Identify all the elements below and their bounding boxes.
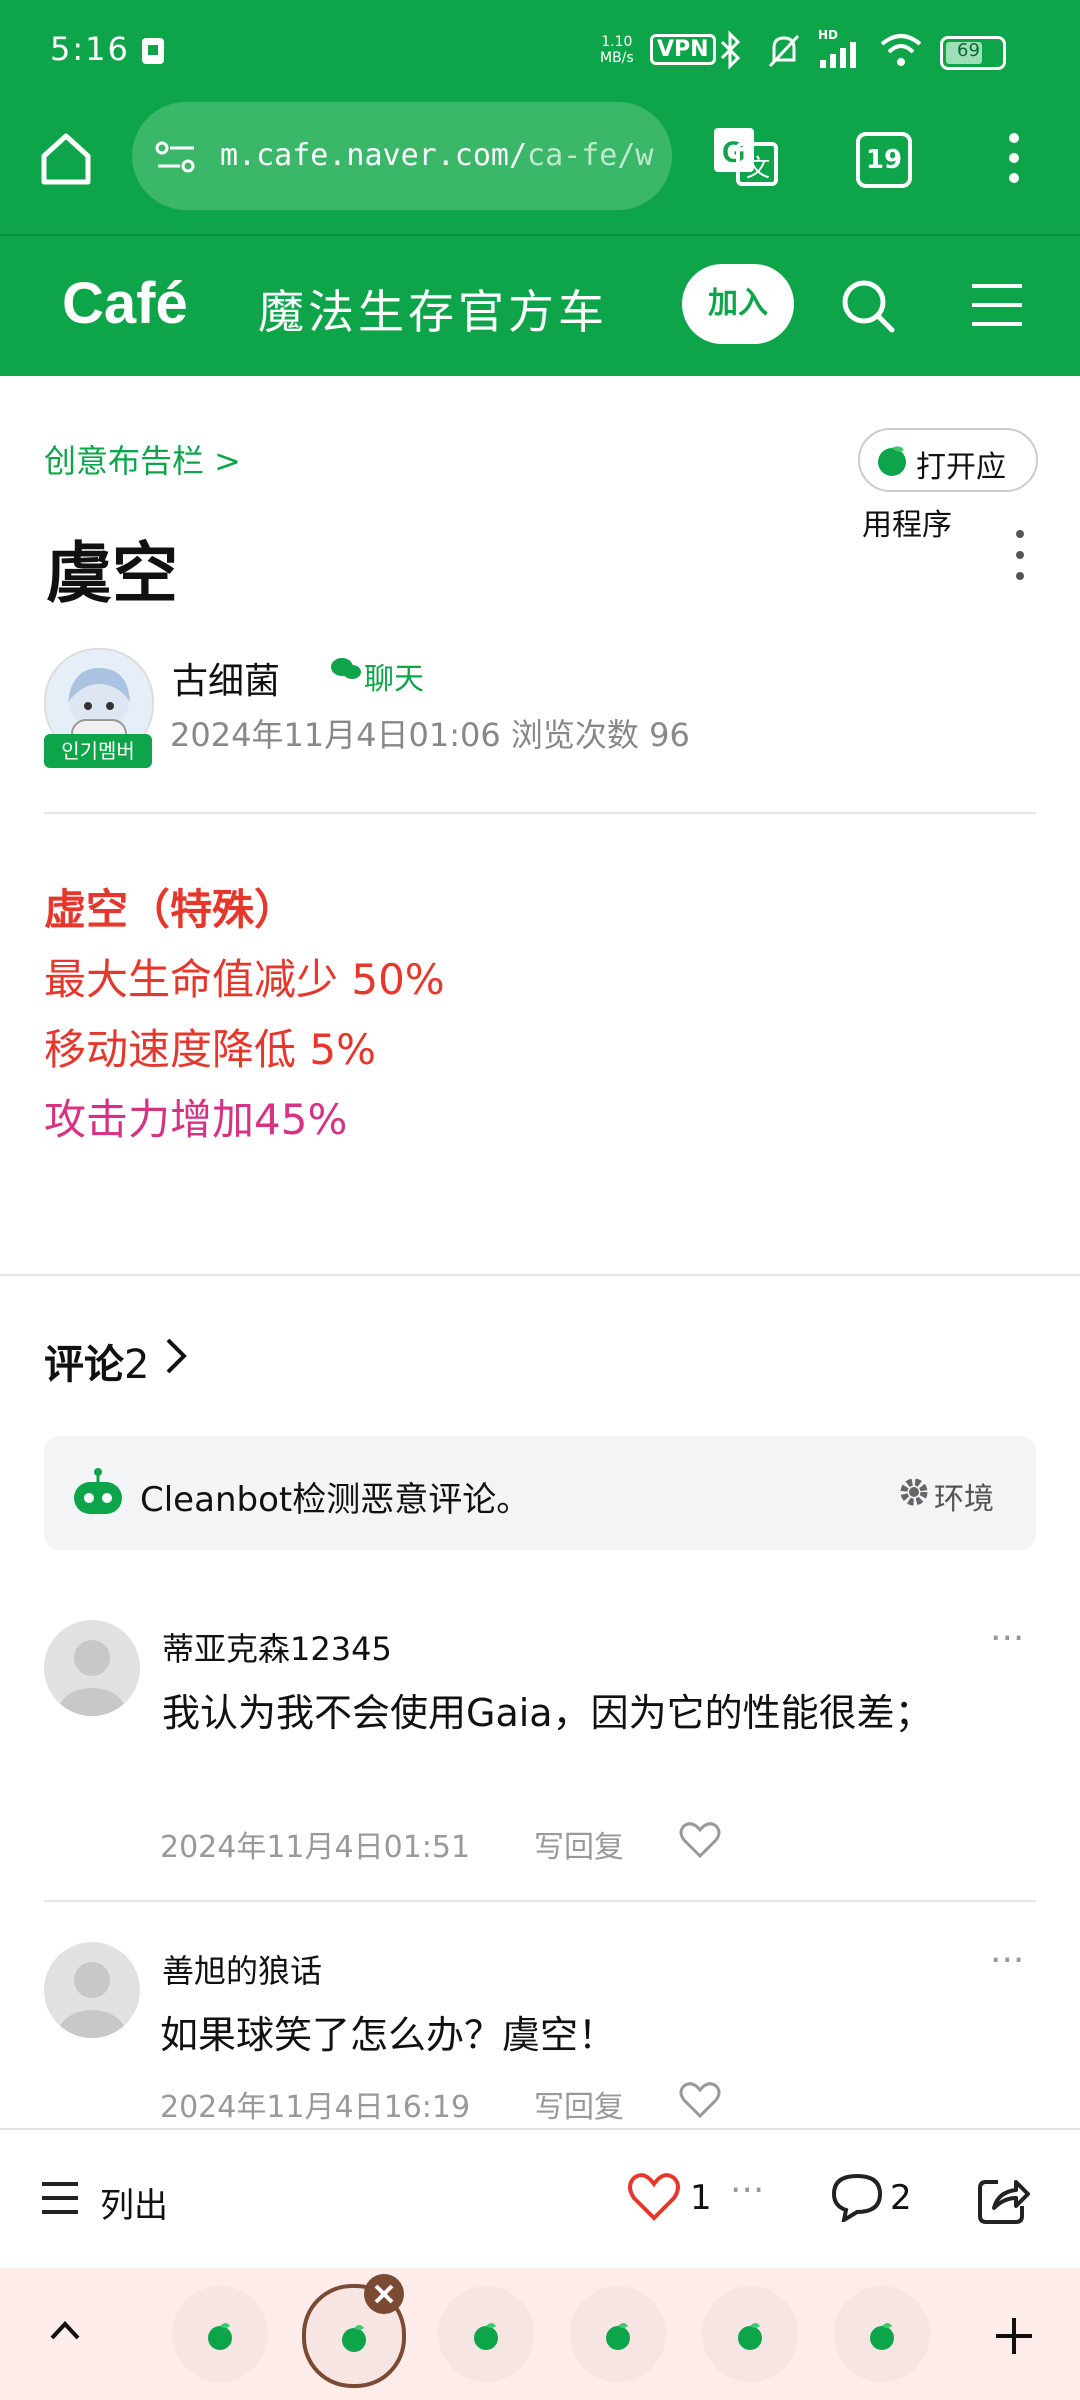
comment-time: 2024年11月4日01:51 <box>160 1830 471 1865</box>
content-line: 最大生命值减少 50% <box>44 955 445 1004</box>
section-divider <box>0 1274 1080 1276</box>
open-app-label: 打开应 <box>916 450 1006 485</box>
open-app-button[interactable]: 打开应 <box>858 428 1038 492</box>
status-time: 5:16 <box>50 30 130 68</box>
comment-divider <box>44 1900 1036 1902</box>
chevron-up-icon[interactable] <box>48 2318 82 2346</box>
url-bar[interactable]: m.cafe.naver.com/ca-fe/w. <box>132 102 672 210</box>
list-icon[interactable] <box>40 2178 80 2222</box>
popular-member-badge: 인기멤버 <box>44 734 152 768</box>
tab-thumbnail[interactable] <box>702 2286 798 2382</box>
tab-thumbnail[interactable] <box>438 2286 534 2382</box>
post-more-icon[interactable] <box>1010 528 1030 586</box>
url-text: m.cafe.naver.com/ca-fe/w. <box>220 138 660 173</box>
bluetooth-icon <box>716 30 746 74</box>
hamburger-menu-icon[interactable] <box>970 280 1024 334</box>
mute-bell-icon <box>764 30 804 74</box>
chat-icon[interactable] <box>330 656 362 688</box>
translate-icon[interactable]: G文 <box>712 126 778 190</box>
svg-text:G: G <box>722 136 745 169</box>
battery-icon: 69 <box>940 36 1006 70</box>
status-bar: 5:16 1.10 MB/s VPN HD 69 <box>0 0 1080 100</box>
cafe-cup-icon <box>874 442 910 482</box>
tab-thumbnail[interactable] <box>834 2286 930 2382</box>
list-button[interactable]: 列出 <box>100 2178 168 2227</box>
chevron-right-icon[interactable] <box>164 1336 188 1380</box>
cleanbot-settings[interactable]: 环境 <box>934 1474 994 1518</box>
like-more-icon[interactable]: ··· <box>730 2170 764 2211</box>
comments-header[interactable]: 评论2 <box>44 1332 149 1390</box>
commenter-name[interactable]: 善旭的狼话 <box>162 1946 322 1992</box>
content-line: 虚空（特殊） <box>44 885 297 934</box>
reply-button[interactable]: 写回复 <box>534 1822 624 1866</box>
robot-icon <box>70 1466 126 1526</box>
url-path: ca-fe/w. <box>527 138 660 173</box>
comments-title: 评论 <box>44 1342 124 1388</box>
signal-icon <box>818 40 864 74</box>
comment-more-icon[interactable]: ··· <box>990 1940 1024 1981</box>
battery-level: 69 <box>957 40 980 61</box>
cleanbot-text: Cleanbot检测恶意评论。 <box>140 1480 531 1520</box>
join-button[interactable]: 加入 <box>682 264 794 344</box>
comment-text: 我认为我不会使用Gaia，因为它的性能很差； <box>162 1691 933 1735</box>
browser-tab-strip <box>0 2268 1080 2400</box>
comment-count[interactable]: 2 <box>890 2178 912 2218</box>
menu-icon[interactable] <box>1000 130 1028 190</box>
wifi-icon <box>878 32 924 72</box>
author-name[interactable]: 古细菌 <box>172 652 280 704</box>
new-tab-icon[interactable] <box>992 2314 1036 2362</box>
comment-time: 2024年11月4日16:19 <box>160 2090 471 2125</box>
cafe-name[interactable]: 魔法生存官方车 <box>258 276 608 342</box>
comments-count: 2 <box>124 1342 150 1388</box>
tab-thumbnail[interactable] <box>570 2286 666 2382</box>
close-tab-icon[interactable] <box>362 2272 406 2320</box>
post-action-bar: 列出 1 ··· 2 <box>0 2128 1080 2270</box>
sim-card-icon <box>140 36 166 70</box>
heart-icon[interactable] <box>626 2172 682 2226</box>
svg-text:文: 文 <box>746 154 770 182</box>
open-app-label-line2[interactable]: 用程序 <box>862 500 952 544</box>
url-main: m.cafe.naver.com/ <box>220 138 528 173</box>
commenter-name[interactable]: 蒂亚克森12345 <box>162 1624 392 1670</box>
meta-divider <box>44 812 1036 814</box>
reply-button[interactable]: 写回复 <box>534 2082 624 2126</box>
cafe-logo[interactable]: Café <box>62 270 188 337</box>
post-title: 虞空 <box>46 535 178 612</box>
net-speed: 1.10 MB/s <box>600 34 634 66</box>
commenter-avatar[interactable] <box>44 1942 140 2038</box>
heart-outline-icon[interactable] <box>678 2080 722 2124</box>
vpn-icon: VPN <box>650 34 716 65</box>
cleanbot-notice: Cleanbot检测恶意评论。 环境 <box>44 1436 1036 1550</box>
net-speed-value: 1.10 <box>601 34 633 50</box>
commenter-avatar[interactable] <box>44 1620 140 1716</box>
gear-icon[interactable] <box>896 1474 932 1514</box>
content-line: 移动速度降低 5% <box>44 1025 376 1074</box>
cafe-header: Café 魔法生存官方车 加入 <box>0 236 1080 376</box>
comment-more-icon[interactable]: ··· <box>990 1618 1024 1659</box>
chat-button[interactable]: 聊天 <box>364 654 424 698</box>
post-meta: 2024年11月4日01:06 浏览次数 96 <box>170 716 690 754</box>
home-icon[interactable] <box>36 128 96 192</box>
content-line: 攻击力增加45% <box>44 1095 348 1144</box>
comment-bubble-icon[interactable] <box>830 2172 884 2226</box>
tabs-icon[interactable]: 19 <box>856 132 912 188</box>
comment-text: 如果球笑了怎么办？虞空！ <box>160 2013 617 2057</box>
site-settings-icon[interactable] <box>154 138 198 182</box>
search-icon[interactable] <box>838 276 898 340</box>
share-icon[interactable] <box>976 2172 1030 2230</box>
tab-thumbnail[interactable] <box>172 2286 268 2382</box>
net-speed-unit: MB/s <box>600 50 634 66</box>
like-count[interactable]: 1 <box>690 2178 712 2218</box>
heart-outline-icon[interactable] <box>678 1820 722 1864</box>
breadcrumb[interactable]: 创意布告栏 > <box>44 436 241 482</box>
